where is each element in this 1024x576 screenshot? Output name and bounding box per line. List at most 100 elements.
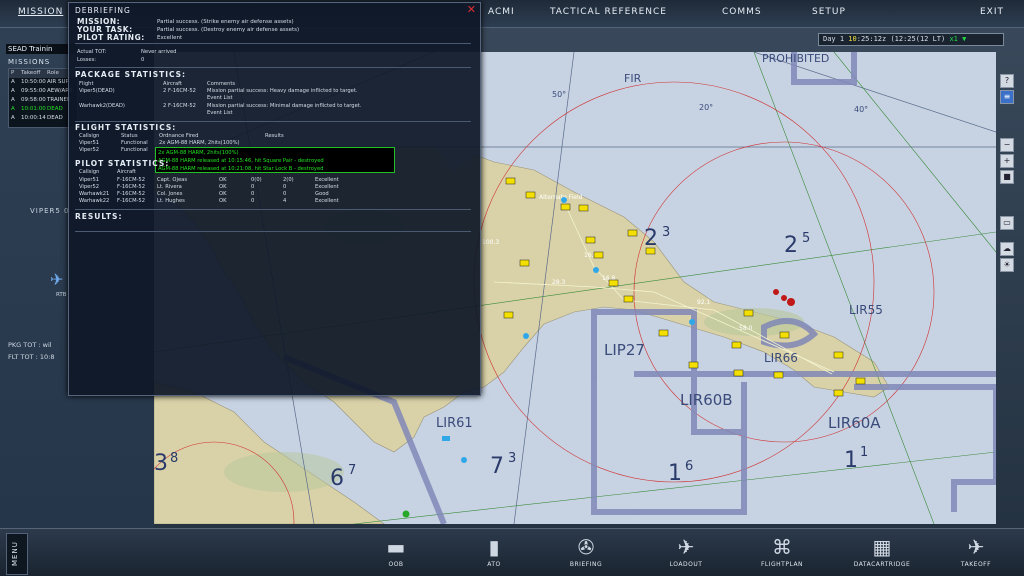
- button-label: OOB: [388, 561, 404, 568]
- pilot-aircraft: F-16CM-52: [117, 198, 146, 204]
- debriefing-panel: DEBRIEFING ✕ MISSION: Partial success. (…: [68, 2, 481, 396]
- tank-icon: ▬: [386, 535, 406, 559]
- table-row[interactable]: A 10:01:00 DEAD: [9, 105, 77, 114]
- package-comment: Mission partial success: Heavy damage in…: [207, 88, 358, 94]
- pilot-aircraft: F-16CM-52: [117, 191, 146, 197]
- map-label-lir60a: LIR60A: [828, 414, 881, 432]
- ordnance-tooltip: 2x AGM-88 HARM, 2hits(100%) AGM-88 HARM …: [155, 147, 395, 173]
- tooltip-line: AGM-88 HARM released at 10:21:08, hit St…: [158, 166, 324, 172]
- pilot-rating-value: Excellent: [157, 35, 183, 41]
- pilot-rating-label: PILOT RATING:: [77, 33, 145, 42]
- cell: A: [11, 79, 15, 85]
- nav-acmi[interactable]: ACMI: [488, 7, 515, 17]
- nav-tactical-reference[interactable]: TACTICAL REFERENCE: [550, 7, 667, 17]
- grid-number: 6: [330, 466, 344, 491]
- flight-callsign[interactable]: Viper51: [79, 140, 99, 146]
- pilot-status: OK: [219, 191, 227, 197]
- map-label-lip27: LIP27: [604, 341, 645, 359]
- grid-number-sub: 7: [348, 463, 356, 478]
- button-label: DATACARTRIDGE: [853, 561, 911, 568]
- map-label-lat20: 20°: [699, 103, 713, 112]
- pilot-status: OK: [219, 198, 227, 204]
- flightplan-icon: ⌘: [772, 535, 792, 559]
- losses-label: Losses:: [77, 57, 97, 63]
- waypoint-label: 28.3: [552, 279, 566, 286]
- flight-label: VIPER5 0: [30, 207, 70, 215]
- zoom-in-icon[interactable]: +: [1000, 154, 1014, 168]
- pilot-aa-kills: 0: [251, 191, 255, 197]
- waypoint-label: 100.3: [482, 239, 499, 246]
- time-hour: 10: [848, 35, 857, 43]
- filter-icon[interactable]: ▭: [1000, 216, 1014, 230]
- nav-comms[interactable]: COMMS: [722, 7, 762, 17]
- pilot-rating: Excellent: [315, 177, 339, 183]
- nav-missions[interactable]: MISSION: [18, 7, 63, 17]
- briefing-icon: ✇: [577, 535, 595, 559]
- stop-icon[interactable]: ■: [1000, 170, 1014, 184]
- time-rest: :25:12z (12:25(12 LT): [856, 35, 950, 43]
- table-row[interactable]: A 09:55:00 AEW/ARS: [9, 87, 77, 96]
- results-title: RESULTS:: [75, 212, 123, 221]
- menu-button[interactable]: MENU: [6, 533, 28, 575]
- nav-setup[interactable]: SETUP: [812, 7, 846, 17]
- grid-number-sub: 3: [662, 225, 670, 240]
- cell: A: [11, 97, 15, 103]
- pilot-rating: Excellent: [315, 198, 339, 204]
- menu-label: MENU: [11, 541, 19, 566]
- table-row[interactable]: A 10:00:14 DEAD: [9, 114, 77, 123]
- briefing-button[interactable]: ✇ BRIEFING: [554, 533, 618, 576]
- ato-button[interactable]: ▮ ATO: [462, 533, 526, 576]
- map-label-lir60b: LIR60B: [680, 391, 733, 409]
- oob-button[interactable]: ▬ OOB: [364, 533, 428, 576]
- grid-number: 7: [490, 454, 504, 479]
- flight-stats-title: FLIGHT STATISTICS:: [75, 123, 177, 132]
- pilot-status: OK: [219, 184, 227, 190]
- day-prefix: Day 1: [823, 35, 849, 43]
- airbase-marker[interactable]: [402, 510, 410, 518]
- button-label: ATO: [487, 561, 501, 568]
- grid-number-sub: 8: [170, 451, 178, 466]
- flight-status: Functional: [121, 147, 148, 153]
- datacartridge-button[interactable]: ▦ DATACARTRIDGE: [850, 533, 914, 576]
- hill: [224, 452, 344, 492]
- pilot-ag-kills: 0: [283, 184, 287, 190]
- col-header: P: [11, 70, 15, 76]
- col-header: Aircraft: [163, 81, 182, 87]
- map-label-lat50: 50°: [552, 90, 566, 99]
- layers-button[interactable]: ≡: [1000, 90, 1014, 104]
- flightplan-button[interactable]: ⌘ FLIGHTPLAN: [750, 533, 814, 576]
- help-button[interactable]: ?: [1000, 74, 1014, 88]
- flight-callsign[interactable]: Viper52: [79, 147, 99, 153]
- zoom-out-icon[interactable]: −: [1000, 138, 1014, 152]
- pilot-stats-title: PILOT STATISTICS:: [75, 159, 170, 168]
- close-icon[interactable]: ✕: [467, 3, 476, 16]
- takeoff-button[interactable]: ✈ TAKEOFF: [944, 533, 1008, 576]
- table-header: P Takeoff Role: [9, 69, 77, 78]
- table-row[interactable]: A 10:50:00 AIR SUP: [9, 78, 77, 87]
- pilot-callsign: Warhawk22: [79, 198, 110, 204]
- pilot-rating: Good: [315, 191, 329, 197]
- loadout-icon: ✈: [677, 535, 695, 559]
- loadout-button[interactable]: ✈ LOADOUT: [654, 533, 718, 576]
- nav-exit[interactable]: EXIT: [980, 7, 1004, 17]
- cell: A: [11, 88, 15, 94]
- event-list-link[interactable]: Event List: [207, 95, 233, 101]
- cell: A: [11, 106, 15, 112]
- pilot-name: Lt. Rivera: [157, 184, 182, 190]
- pkg-tot: PKG TOT : wil: [8, 341, 52, 349]
- sun-icon[interactable]: ☀: [1000, 258, 1014, 272]
- event-list-link[interactable]: Event List: [207, 110, 233, 116]
- map-label-lir61: LIR61: [436, 416, 473, 431]
- table-row[interactable]: A 09:58:00 TRAINER: [9, 96, 77, 105]
- pilot-callsign: Viper52: [79, 184, 100, 190]
- time-accel-select[interactable]: x1 ▼: [949, 35, 966, 43]
- flight-ordnance: 2x AGM-88 HARM, 2hits(100%): [159, 140, 240, 146]
- cell: 10:00:14: [21, 115, 46, 121]
- package-flight: Viper5(DEAD): [79, 88, 115, 94]
- takeoff-icon: ✈: [967, 535, 985, 559]
- pilot-ag-kills: 2(0): [283, 177, 294, 183]
- map-label-lat40: 40°: [854, 105, 868, 114]
- weather-icon[interactable]: ☁: [1000, 242, 1014, 256]
- datacartridge-icon: ▦: [872, 535, 892, 559]
- grid-number: 2: [784, 233, 798, 258]
